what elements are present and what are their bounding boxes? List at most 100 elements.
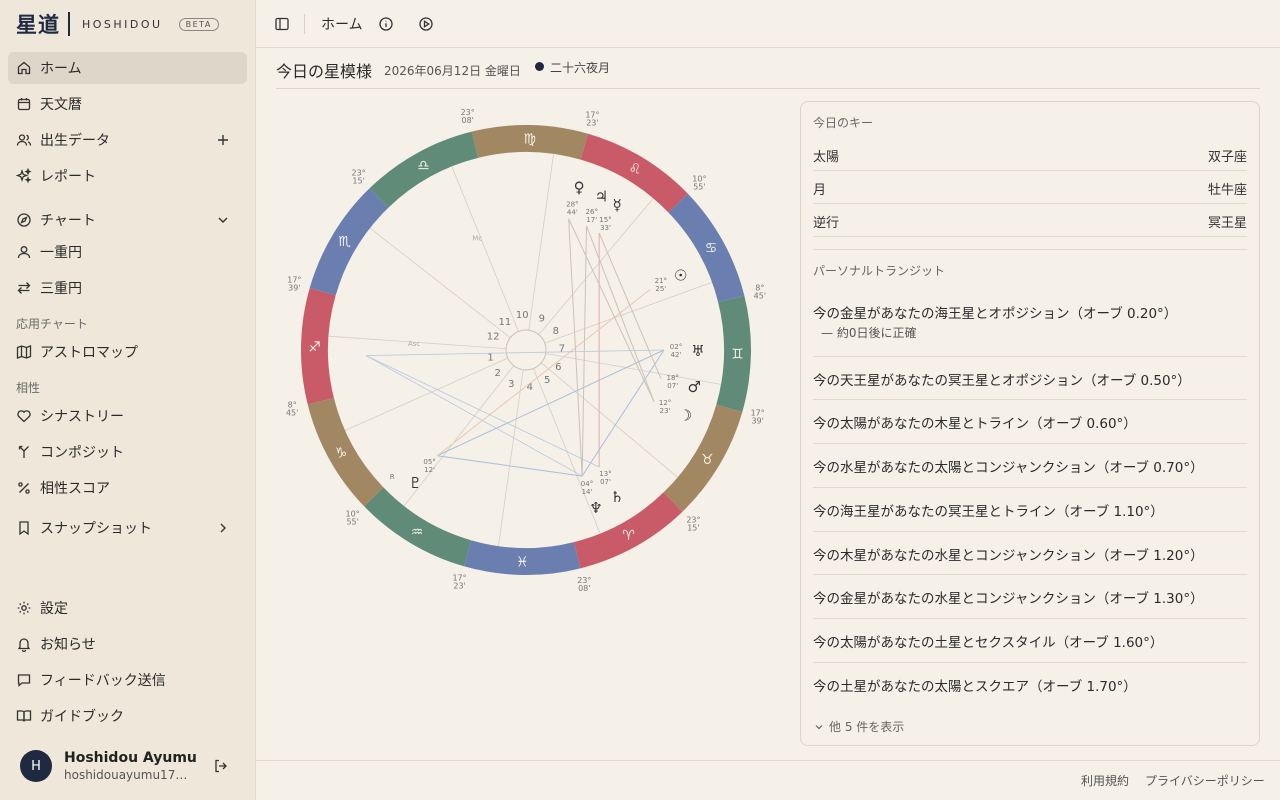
sign-minute-label: 45' [754, 292, 766, 301]
key-panel-title: 今日のキー [813, 116, 874, 130]
info-icon[interactable] [378, 16, 394, 32]
transit-item[interactable]: 今の海王星があなたの冥王星とトライン（オーブ 1.10°） [813, 488, 1247, 532]
mc-label: Mc [472, 234, 482, 242]
nav-astromap[interactable]: アストロマップ [8, 336, 247, 368]
nav-single-wheel[interactable]: 一重円 [8, 236, 247, 268]
user-profile[interactable]: H Hoshidou Ayumu hoshidouayumu1781... [20, 750, 240, 782]
nav-feedback[interactable]: フィードバック送信 [8, 664, 247, 696]
nav-synastry-label: シナストリー [40, 409, 124, 425]
sign-glyph: ♉ [701, 452, 714, 468]
retrograde-marker: R [390, 473, 395, 481]
house-cusp-line [498, 369, 524, 547]
nav-notifications[interactable]: お知らせ [8, 628, 247, 660]
transit-item[interactable]: 今の太陽があなたの土星とセクスタイル（オーブ 1.60°） [813, 619, 1247, 663]
key-value: 冥王星 [1207, 216, 1247, 231]
merge-icon [18, 445, 29, 458]
transit-item[interactable]: 今の土星があなたの太陽とスクエア（オーブ 1.70°） [813, 663, 1247, 707]
aspect-line [586, 225, 655, 402]
plus-icon[interactable] [215, 132, 231, 148]
calendar-icon [17, 98, 31, 111]
sign-glyph: ♍ [523, 132, 536, 148]
nav-synastry[interactable]: シナストリー [8, 400, 247, 432]
page-date: 2026年06月12日 金曜日 [384, 64, 521, 78]
show-more-button[interactable]: 他 5 件を表示 [813, 718, 904, 735]
natal-wheel[interactable]: ♍ 23° 08' ♌ 17° 23' ♋ 10° 55' ♊ 8° 45' ♉ 17° 39' ♈ 23° 15… [276, 100, 776, 600]
nav-calendar-label: 天文暦 [40, 97, 82, 113]
nav-composite-label: コンポジット [40, 445, 124, 461]
privacy-link[interactable]: プライバシーポリシー [1145, 772, 1265, 789]
transit-item[interactable]: 今の水星があなたの太陽とコンジャンクション（オーブ 0.70°） [813, 444, 1247, 488]
nav-chart-label: チャート [40, 213, 96, 229]
key-row: 逆行 冥王星 [813, 204, 1247, 237]
chevron-right-icon[interactable] [215, 520, 231, 536]
sign-glyph: ♈ [622, 528, 635, 544]
nav-settings[interactable]: 設定 [8, 592, 247, 624]
nav-guidebook[interactable]: ガイドブック [8, 700, 247, 732]
inner-circle [505, 329, 547, 371]
map-icon [16, 345, 32, 359]
transit-text: 今の金星があなたの水星とコンジャンクション（オーブ 1.30°） [813, 591, 1204, 607]
planet-degree: 18° [667, 374, 679, 382]
nav-guidebook-label: ガイドブック [40, 709, 124, 725]
sign-glyph: ♐ [308, 339, 321, 355]
nav-feedback-label: フィードバック送信 [40, 673, 166, 689]
play-icon[interactable] [418, 16, 434, 32]
transit-item[interactable]: 今の金星があなたの水星とコンジャンクション（オーブ 1.30°） [813, 575, 1247, 619]
nav-compat-score[interactable]: 相性スコア [8, 472, 247, 504]
sparkles-icon [16, 168, 32, 184]
nav-reports[interactable]: レポート [8, 160, 247, 192]
planet-degree: 02° [670, 343, 682, 351]
planet-minute: 44' [567, 208, 578, 216]
nav-compat-score-label: 相性スコア [40, 481, 110, 497]
planet-degree: 15° [599, 216, 611, 224]
topbar-divider [304, 14, 305, 34]
transit-text: 今の土星があなたの太陽とスクエア（オーブ 1.70°） [813, 679, 1137, 695]
sign-glyph: ♏ [338, 234, 351, 250]
transit-item[interactable]: 今の木星があなたの水星とコンジャンクション（オーブ 1.20°） [813, 532, 1247, 575]
house-cusp-line [541, 362, 678, 478]
planet-degree: 13° [599, 470, 611, 478]
transit-item[interactable]: 今の金星があなたの海王星とオポジション（オーブ 0.20°） — 約0日後に正確 [813, 292, 1247, 357]
nav-composite[interactable]: コンポジット [8, 436, 247, 468]
sign-glyph: ♊ [731, 347, 744, 363]
logout-icon[interactable] [213, 758, 229, 774]
sign-glyph: ♒ [411, 524, 424, 540]
house-number: 3 [508, 379, 514, 390]
sign-minute-label: 55' [693, 183, 705, 192]
nav-home-label: ホーム [40, 61, 82, 77]
chevron-down-icon[interactable] [215, 212, 231, 228]
planet-glyph: ♆ [589, 499, 602, 517]
footer: 利用規約 プライバシーポリシー [256, 760, 1280, 800]
nav-triple-wheel[interactable]: 三重円 [8, 272, 247, 304]
nav-snapshot[interactable]: スナップショット [8, 512, 247, 544]
planet-degree: 21° [655, 277, 667, 285]
sign-glyph: ♌ [629, 162, 642, 178]
brand-logo[interactable]: 星道 HOSHIDOU BETA [16, 10, 219, 38]
sign-minute-label: 39' [751, 416, 763, 425]
brand-divider [68, 12, 70, 36]
compass-icon [17, 213, 31, 227]
house-number: 9 [539, 314, 545, 325]
heart-icon [17, 410, 31, 423]
nav-chart[interactable]: チャート [8, 204, 247, 236]
nav-home[interactable]: ホーム [8, 52, 247, 84]
asc-label: Asc [408, 340, 420, 348]
planet-glyph: ♀ [574, 178, 585, 196]
nav-astromap-label: アストロマップ [40, 345, 138, 361]
planet-glyph: ♃ [595, 187, 608, 205]
sign-minute-label: 23' [453, 582, 465, 591]
transit-item[interactable]: 今の天王星があなたの冥王星とオポジション（オーブ 0.50°） [813, 357, 1247, 400]
topbar: ホーム [256, 0, 1280, 48]
nav-birth-data-label: 出生データ [40, 133, 110, 149]
nav-birth-data[interactable]: 出生データ [8, 124, 247, 156]
sidebar-toggle-icon[interactable] [274, 16, 290, 32]
planet-glyph: ☉ [674, 267, 687, 285]
terms-link[interactable]: 利用規約 [1081, 772, 1129, 789]
section-applied-charts: 応用チャート [16, 317, 88, 331]
brand-kanji: 星道 [16, 12, 60, 37]
nav-calendar[interactable]: 天文暦 [8, 88, 247, 120]
key-row: 月 牡牛座 [813, 171, 1247, 204]
nav-reports-label: レポート [40, 169, 96, 185]
transit-item[interactable]: 今の太陽があなたの木星とトライン（オーブ 0.60°） [813, 400, 1247, 444]
bell-icon [17, 638, 31, 652]
